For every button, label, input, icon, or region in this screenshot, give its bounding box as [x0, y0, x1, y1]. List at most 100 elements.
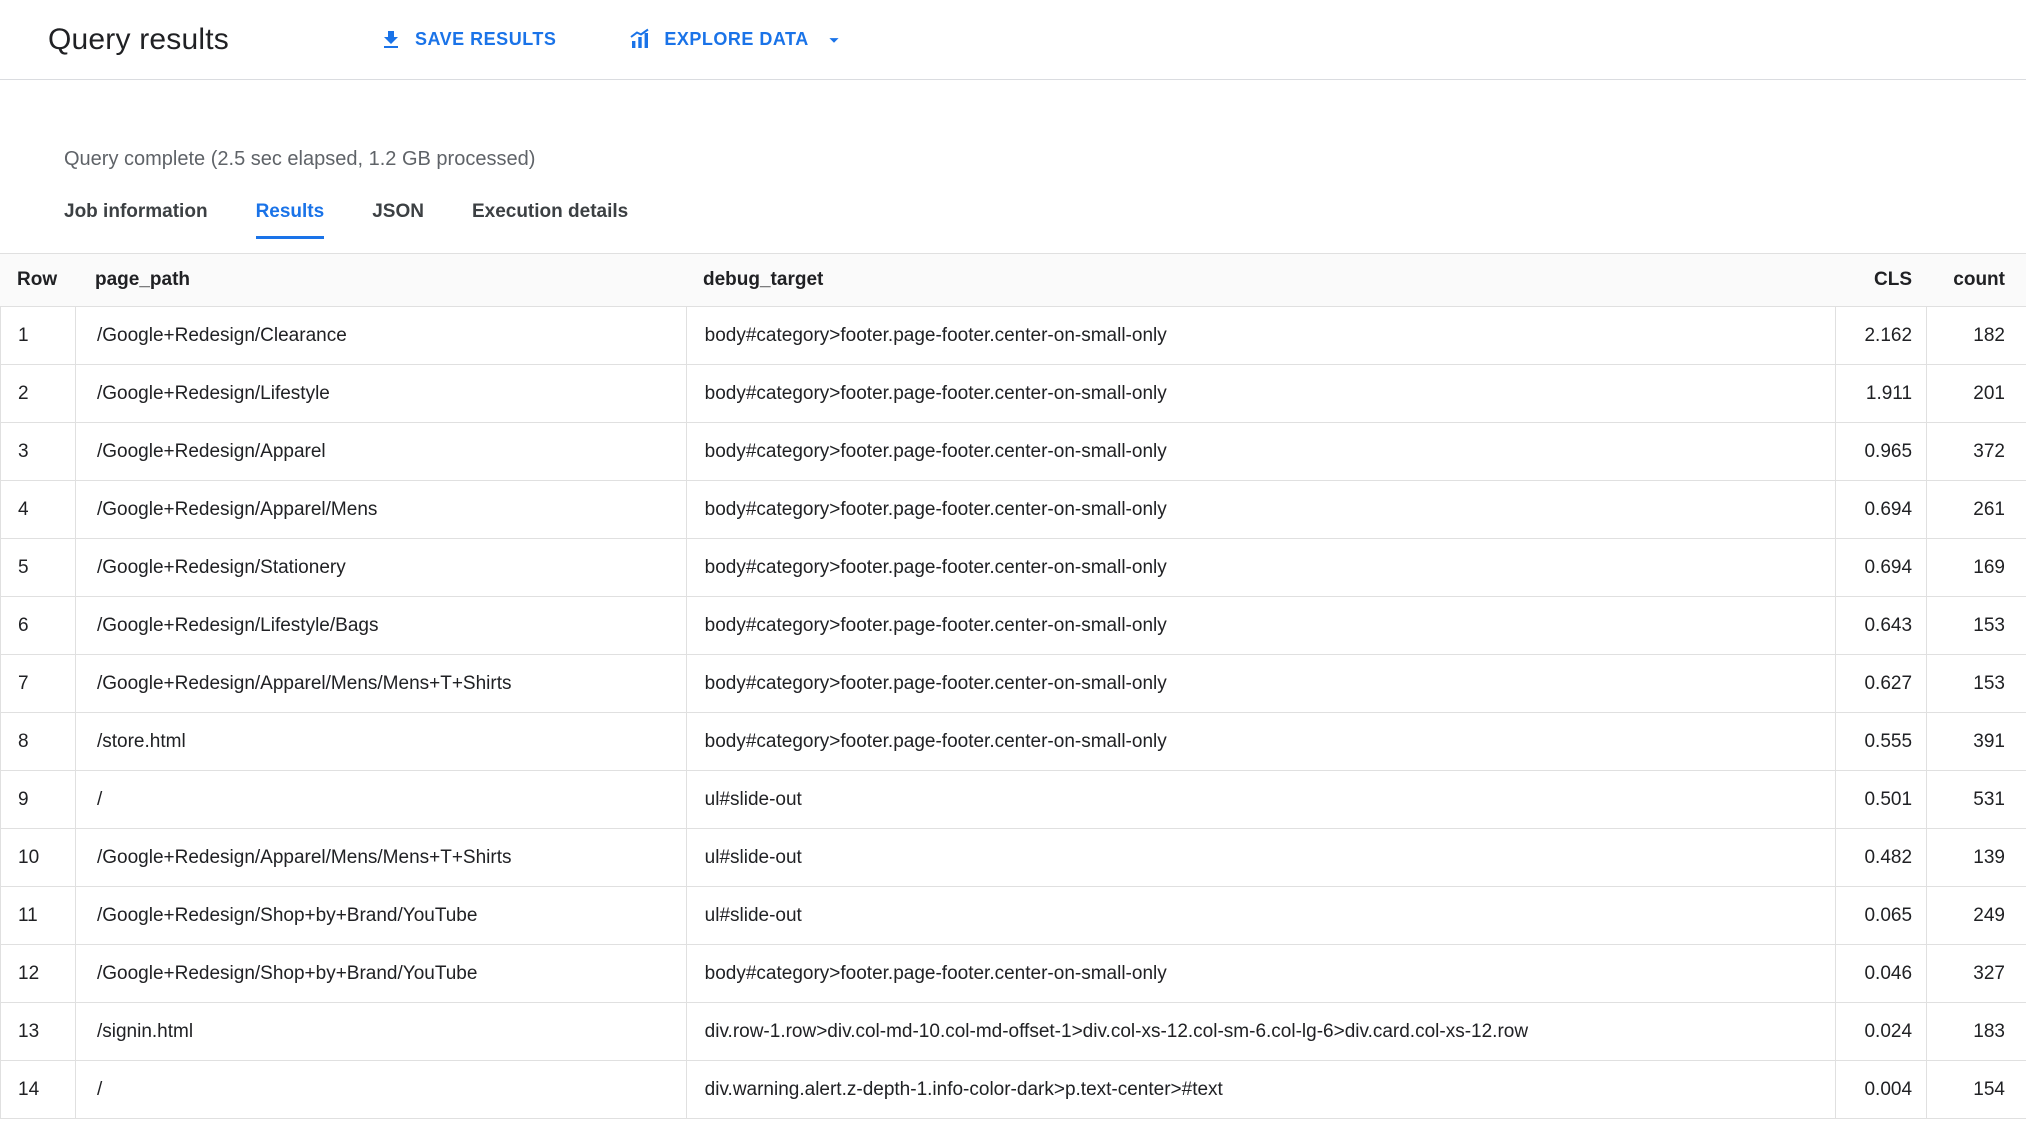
results-table: Row page_path debug_target CLS count 1/Googl… [0, 253, 2026, 1119]
cell-cls: 0.482 [1835, 828, 1926, 887]
chevron-down-icon [823, 29, 845, 51]
cell-page-path: /Google+Redesign/Shop+by+Brand/YouTube [74, 886, 686, 945]
table-header: Row page_path debug_target CLS count [0, 253, 2026, 307]
cell-debug-target: ul#slide-out [685, 886, 1835, 945]
cell-page-path: /Google+Redesign/Clearance [74, 306, 686, 365]
tab-execution-details[interactable]: Execution details [472, 201, 628, 239]
column-header-cls: CLS [1874, 269, 1912, 290]
cell-count: 201 [1926, 364, 2026, 423]
header-actions: SAVE RESULTS EXPLORE DATA [379, 28, 845, 52]
cell-page-path: / [74, 1060, 686, 1119]
table-row: 1/Google+Redesign/Clearance body#category… [0, 306, 2026, 365]
cell-row-number: 10 [18, 846, 40, 868]
cell-row-number: 7 [18, 672, 29, 694]
cell-debug-target: body#category>footer.page-footer.center-… [685, 422, 1835, 481]
cell-page-path: /Google+Redesign/Stationery [74, 538, 686, 597]
cell-cls: 0.024 [1835, 1002, 1926, 1061]
cell-count: 182 [1926, 306, 2026, 365]
cell-page-path: /store.html [74, 712, 686, 771]
table-row: 14 /div.warning.alert.z-depth-1.info-colo… [0, 1060, 2026, 1119]
cell-row-number: 9 [18, 788, 29, 810]
cell-page-path: /Google+Redesign/Apparel/Mens [74, 480, 686, 539]
cell-cls: 0.501 [1835, 770, 1926, 829]
cell-count: 139 [1926, 828, 2026, 887]
cell-page-path: /Google+Redesign/Lifestyle [74, 364, 686, 423]
download-icon [379, 28, 403, 52]
cell-debug-target: body#category>footer.page-footer.center-… [685, 712, 1835, 771]
cell-debug-target: ul#slide-out [685, 828, 1835, 887]
save-results-button[interactable]: SAVE RESULTS [379, 28, 556, 52]
header-bar: Query results SAVE RESULTS EXPLORE DATA [0, 0, 2026, 80]
table-body: 1/Google+Redesign/Clearance body#category… [0, 306, 2026, 1119]
cell-debug-target: body#category>footer.page-footer.center-… [685, 944, 1835, 1003]
cell-count: 261 [1926, 480, 2026, 539]
cell-row-number: 14 [18, 1078, 40, 1100]
cell-cls: 2.162 [1835, 306, 1926, 365]
cell-row-number: 8 [18, 730, 29, 752]
tabs: Job information Results JSON Execution deta… [64, 201, 2026, 239]
cell-count: 183 [1926, 1002, 2026, 1061]
cell-row-number: 4 [18, 498, 29, 520]
cell-page-path: /Google+Redesign/Shop+by+Brand/YouTube [74, 944, 686, 1003]
table-row: 10/Google+Redesign/Apparel/Mens/Mens+T+S… [0, 828, 2026, 887]
cell-row-number: 13 [18, 1020, 40, 1042]
column-header-page-path: page_path [95, 269, 191, 290]
cell-cls: 0.555 [1835, 712, 1926, 771]
table-row: 11/Google+Redesign/Shop+by+Brand/YouTube… [0, 886, 2026, 945]
cell-count: 153 [1926, 596, 2026, 655]
cell-cls: 0.965 [1835, 422, 1926, 481]
table-row: 2/Google+Redesign/Lifestyle body#category… [0, 364, 2026, 423]
cell-debug-target: body#category>footer.page-footer.center-… [685, 596, 1835, 655]
cell-page-path: /signin.html [74, 1002, 686, 1061]
cell-count: 327 [1926, 944, 2026, 1003]
table-row: 9 /ul#slide-out 0.501 531 [0, 770, 2026, 829]
cell-debug-target: body#category>footer.page-footer.center-… [685, 364, 1835, 423]
cell-cls: 0.046 [1835, 944, 1926, 1003]
cell-row-number: 5 [18, 556, 29, 578]
cell-debug-target: body#category>footer.page-footer.center-… [685, 654, 1835, 713]
cell-page-path: / [74, 770, 686, 829]
column-header-row: Row [17, 269, 58, 290]
cell-page-path: /Google+Redesign/Apparel/Mens/Mens+T+Shi… [74, 654, 686, 713]
chart-icon [628, 28, 652, 52]
cell-cls: 0.627 [1835, 654, 1926, 713]
cell-count: 391 [1926, 712, 2026, 771]
cell-count: 153 [1926, 654, 2026, 713]
query-status: Query complete (2.5 sec elapsed, 1.2 GB … [64, 148, 536, 170]
table-row: 4/Google+Redesign/Apparel/Mens body#categ… [0, 480, 2026, 539]
cell-cls: 0.694 [1835, 480, 1926, 539]
cell-cls: 0.065 [1835, 886, 1926, 945]
cell-count: 169 [1926, 538, 2026, 597]
tab-results[interactable]: Results [255, 201, 325, 239]
tab-json[interactable]: JSON [372, 201, 424, 239]
table-row: 6/Google+Redesign/Lifestyle/Bags body#cat… [0, 596, 2026, 655]
cell-debug-target: body#category>footer.page-footer.center-… [685, 480, 1835, 539]
explore-data-button[interactable]: EXPLORE DATA [628, 28, 844, 52]
cell-debug-target: div.row-1.row>div.col-md-10.col-md-offse… [685, 1002, 1835, 1061]
cell-cls: 0.004 [1835, 1060, 1926, 1119]
cell-cls: 0.694 [1835, 538, 1926, 597]
page-title: Query results [48, 22, 229, 56]
cell-cls: 1.911 [1835, 364, 1926, 423]
cell-row-number: 6 [18, 614, 29, 636]
table-row: 12/Google+Redesign/Shop+by+Brand/YouTube… [0, 944, 2026, 1003]
explore-data-label: EXPLORE DATA [664, 29, 809, 49]
cell-row-number: 11 [18, 904, 38, 926]
cell-count: 531 [1926, 770, 2026, 829]
column-header-debug-target: debug_target [703, 269, 824, 290]
column-header-count: count [1953, 269, 2005, 290]
cell-row-number: 1 [18, 324, 29, 346]
cell-page-path: /Google+Redesign/Apparel [74, 422, 686, 481]
cell-debug-target: body#category>footer.page-footer.center-… [685, 306, 1835, 365]
tab-job-information[interactable]: Job information [64, 201, 208, 239]
cell-count: 249 [1926, 886, 2026, 945]
cell-debug-target: body#category>footer.page-footer.center-… [685, 538, 1835, 597]
save-results-label: SAVE RESULTS [415, 29, 557, 49]
table-row: 13/signin.html div.row-1.row>div.col-md-1… [0, 1002, 2026, 1061]
cell-row-number: 3 [18, 440, 29, 462]
cell-page-path: /Google+Redesign/Lifestyle/Bags [74, 596, 686, 655]
cell-debug-target: ul#slide-out [685, 770, 1835, 829]
table-row: 5/Google+Redesign/Stationery body#categor… [0, 538, 2026, 597]
cell-debug-target: div.warning.alert.z-depth-1.info-color-d… [685, 1060, 1835, 1119]
table-row: 8/store.html body#category>footer.page-fo… [0, 712, 2026, 771]
